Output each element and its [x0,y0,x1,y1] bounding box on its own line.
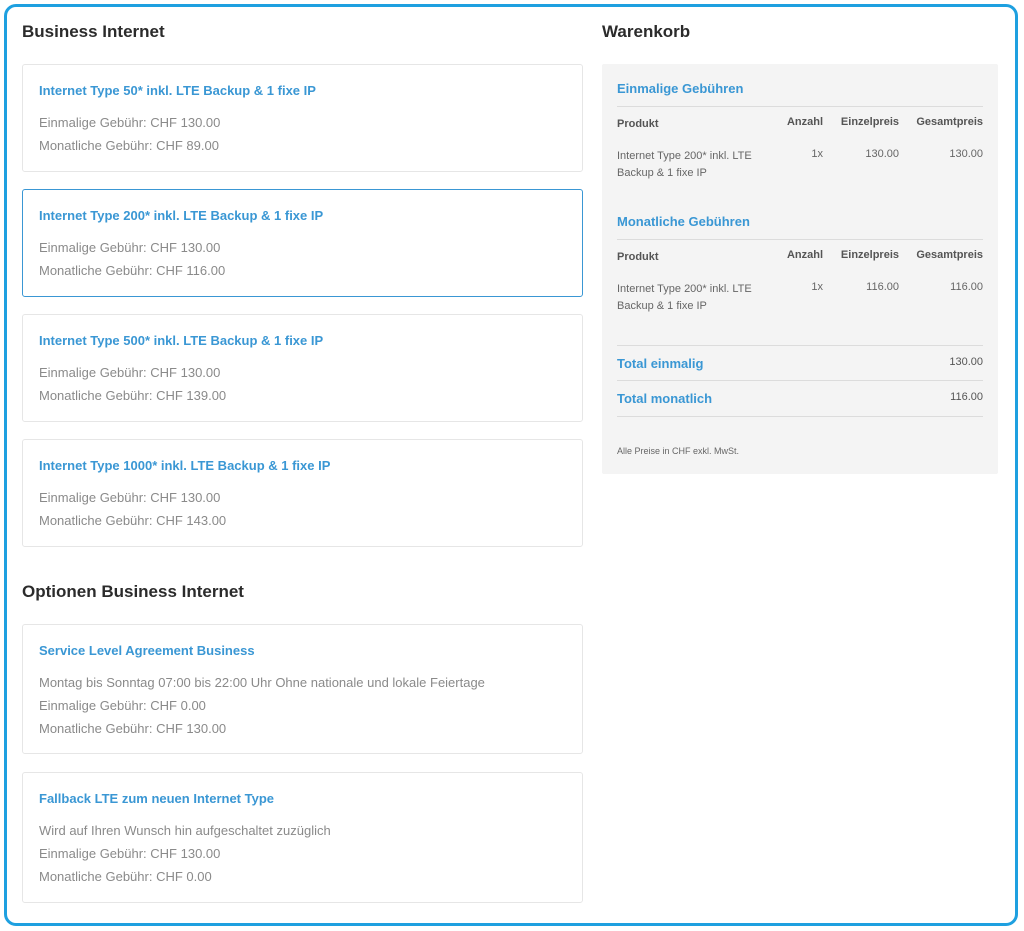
row-total-price: 130.00 [949,148,983,160]
product-monthly-fee: Monatliche Gebühr: CHF 89.00 [39,138,219,153]
total-monthly-value: 116.00 [950,391,983,403]
total-monthly-label: Total monatlich [617,391,713,406]
col-product: Produkt [617,118,659,130]
product-title: Internet Type 1000* inkl. LTE Backup & 1… [39,458,331,473]
option-card-fallback-lte[interactable]: Fallback LTE zum neuen Internet Type Wir… [22,772,583,903]
divider [617,106,983,107]
divider [617,239,983,240]
option-monthly-fee: Monatliche Gebühr: CHF 130.00 [39,721,227,736]
option-once-fee: Einmalige Gebühr: CHF 0.00 [39,698,206,713]
total-once-value: 130.00 [949,356,983,368]
product-monthly-fee: Monatliche Gebühr: CHF 143.00 [39,513,227,528]
option-title: Fallback LTE zum neuen Internet Type [39,791,275,806]
col-unit-price: Einzelpreis [840,249,899,261]
row-qty: 1x [811,148,823,160]
products-heading: Business Internet [22,22,165,41]
total-once-label: Total einmalig [617,356,704,371]
options-heading: Optionen Business Internet [22,582,244,601]
once-fees-heading: Einmalige Gebühren [617,81,744,96]
row-product: Internet Type 200* inkl. LTE Backup & 1 … [617,283,752,312]
product-once-fee: Einmalige Gebühr: CHF 130.00 [39,490,221,505]
col-product: Produkt [617,251,659,263]
divider [617,345,983,346]
row-unit-price: 130.00 [865,148,899,160]
product-title: Internet Type 200* inkl. LTE Backup & 1 … [39,208,324,223]
col-total-price: Gesamtpreis [916,249,983,261]
col-unit-price: Einzelpreis [840,116,899,128]
cart-panel: Einmalige Gebühren Produkt Anzahl Einzel… [602,64,998,474]
option-title: Service Level Agreement Business [39,643,255,658]
app-frame: Business Internet Internet Type 50* inkl… [4,4,1018,926]
product-once-fee: Einmalige Gebühr: CHF 130.00 [39,240,221,255]
product-monthly-fee: Monatliche Gebühr: CHF 116.00 [39,263,226,278]
cart-heading: Warenkorb [602,22,691,41]
divider [617,416,983,417]
price-note: Alle Preise in CHF exkl. MwSt. [617,446,740,456]
option-description: Montag bis Sonntag 07:00 bis 22:00 Uhr O… [39,675,485,690]
option-once-fee: Einmalige Gebühr: CHF 130.00 [39,846,221,861]
col-qty: Anzahl [786,249,823,261]
product-card-1000[interactable]: Internet Type 1000* inkl. LTE Backup & 1… [22,439,583,547]
row-unit-price: 116.00 [866,281,899,293]
option-card-sla[interactable]: Service Level Agreement Business Montag … [22,624,583,754]
col-qty: Anzahl [786,116,823,128]
product-title: Internet Type 500* inkl. LTE Backup & 1 … [39,333,324,348]
row-product: Internet Type 200* inkl. LTE Backup & 1 … [617,150,752,179]
product-once-fee: Einmalige Gebühr: CHF 130.00 [39,365,221,380]
product-once-fee: Einmalige Gebühr: CHF 130.00 [39,115,221,130]
option-monthly-fee: Monatliche Gebühr: CHF 0.00 [39,869,212,884]
row-total-price: 116.00 [950,281,983,293]
row-qty: 1x [811,281,823,293]
product-monthly-fee: Monatliche Gebühr: CHF 139.00 [39,388,227,403]
product-title: Internet Type 50* inkl. LTE Backup & 1 f… [39,83,316,98]
product-card-200[interactable]: Internet Type 200* inkl. LTE Backup & 1 … [22,189,583,297]
product-card-500[interactable]: Internet Type 500* inkl. LTE Backup & 1 … [22,314,583,422]
product-card-50[interactable]: Internet Type 50* inkl. LTE Backup & 1 f… [22,64,583,172]
option-description: Wird auf Ihren Wunsch hin aufgeschaltet … [39,823,331,838]
divider [617,380,983,381]
col-total-price: Gesamtpreis [916,116,983,128]
monthly-fees-heading: Monatliche Gebühren [617,214,750,229]
